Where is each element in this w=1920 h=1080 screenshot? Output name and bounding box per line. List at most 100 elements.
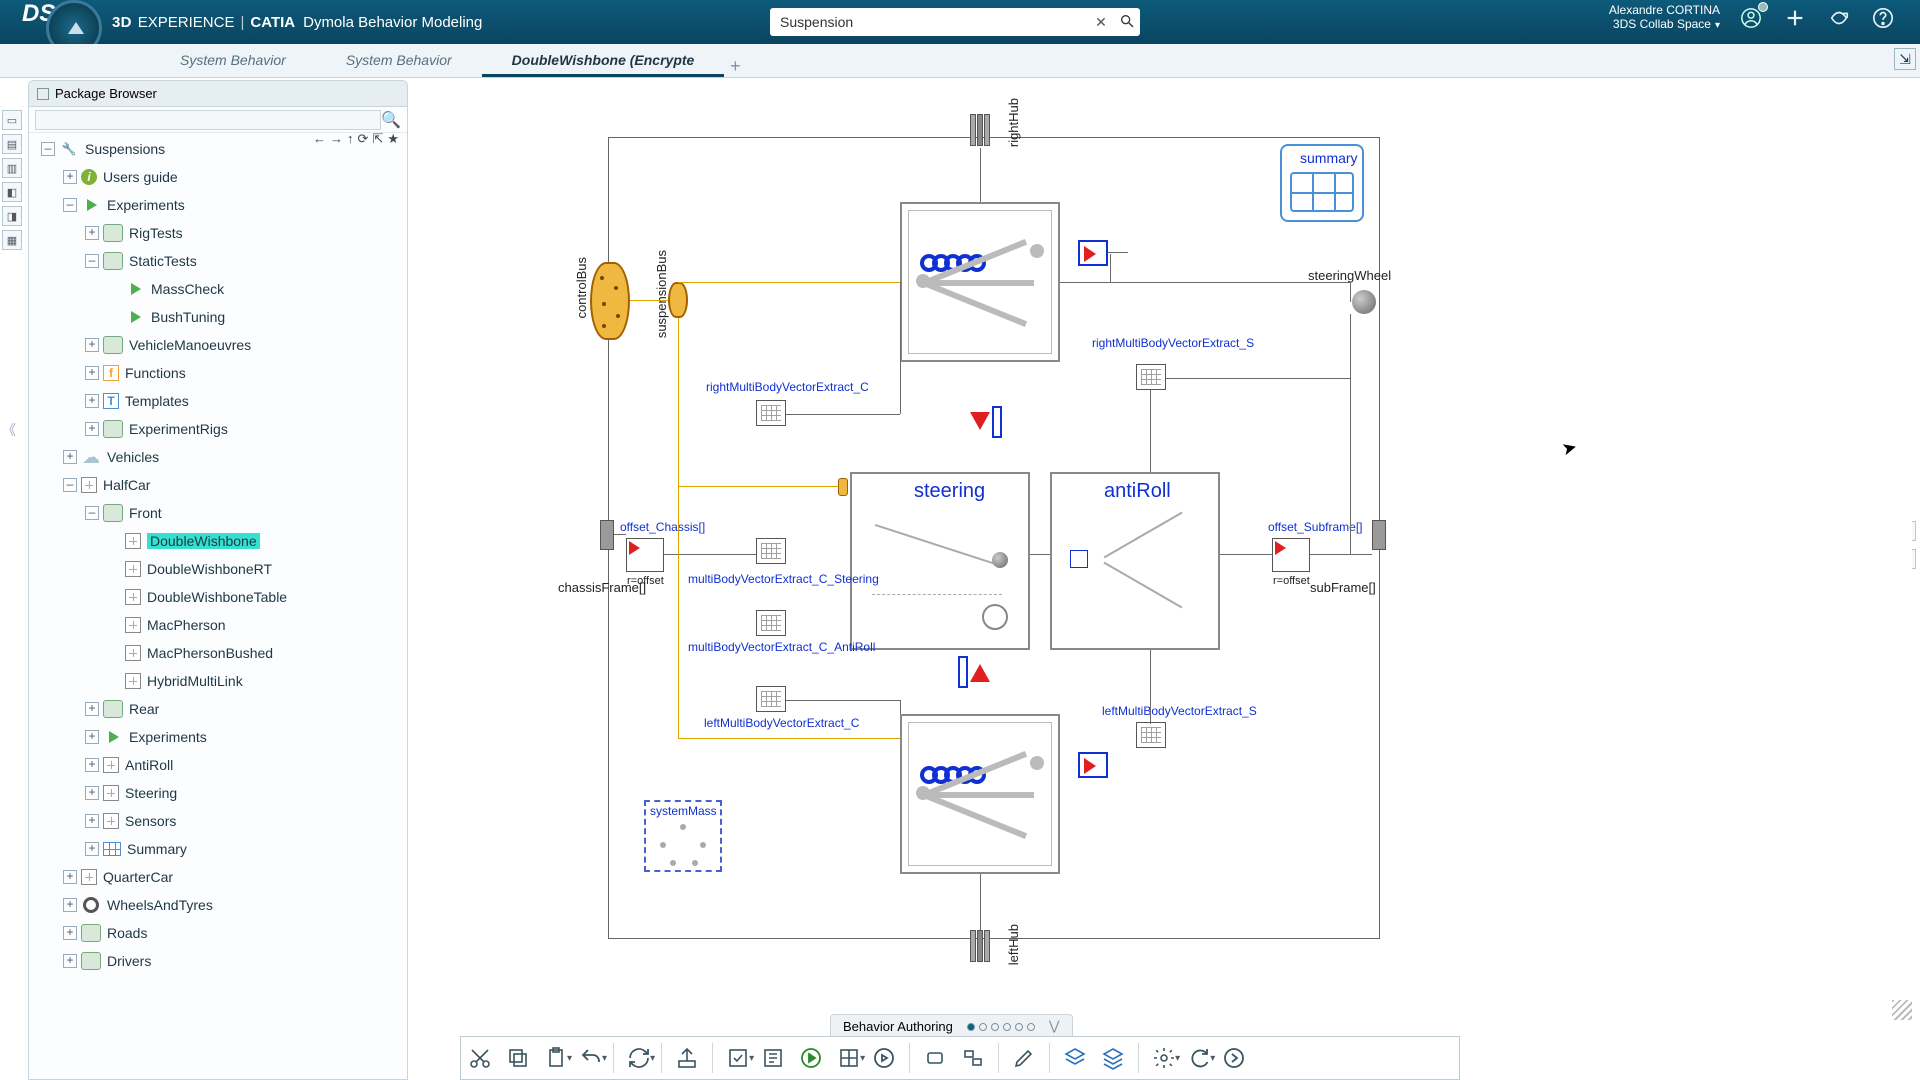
lmve-c-block[interactable] (756, 686, 786, 712)
steering-bus-port[interactable] (838, 478, 848, 496)
vt-btn-5[interactable]: ◨ (2, 206, 22, 226)
righthub-connector[interactable] (970, 114, 990, 148)
copy-button[interactable] (499, 1039, 537, 1077)
profile-icon[interactable] (1738, 5, 1764, 31)
antiroll-block[interactable]: antiRoll (1050, 472, 1220, 650)
node-steering[interactable]: +Steering (29, 779, 407, 807)
global-search[interactable]: ✕ (770, 8, 1140, 36)
tab-system-behavior-1[interactable]: System Behavior (150, 43, 316, 77)
node-vehicles[interactable]: +☁Vehicles (29, 443, 407, 471)
search-icon[interactable] (1114, 13, 1140, 32)
vt-btn-3[interactable]: ▥ (2, 158, 22, 178)
node-summary[interactable]: +Summary (29, 835, 407, 863)
collapse-panel-icon[interactable]: ⇲ (1894, 48, 1916, 70)
chassisframe-connector[interactable] (600, 520, 614, 550)
page-dots[interactable] (965, 1019, 1037, 1034)
layers2-button[interactable] (1094, 1039, 1132, 1077)
vt-btn-6[interactable]: ▦ (2, 230, 22, 250)
node-front[interactable]: –Front (29, 499, 407, 527)
right-linkage-block[interactable] (900, 202, 1060, 362)
filter-search-icon[interactable]: 🔍 (381, 110, 401, 130)
package-browser-header[interactable]: Package Browser (29, 81, 407, 107)
lmve-s-label: leftMultiBodyVectorExtract_S (1102, 704, 1257, 718)
search-clear-icon[interactable]: ✕ (1088, 14, 1114, 31)
next-button[interactable] (1215, 1039, 1253, 1077)
step-button[interactable] (865, 1039, 903, 1077)
node-suspensions[interactable]: –🔧Suspensions (29, 135, 407, 163)
node-sensors[interactable]: +Sensors (29, 807, 407, 835)
node-experiments[interactable]: –Experiments (29, 191, 407, 219)
package-tree[interactable]: –🔧Suspensions +iUsers guide –Experiments… (29, 135, 407, 1079)
user-menu[interactable]: Alexandre CORTINA 3DS Collab Space▾ (1609, 3, 1720, 32)
systemmass-block[interactable]: systemMass (644, 800, 722, 872)
annotate-button[interactable] (1005, 1039, 1043, 1077)
node-rigtests[interactable]: +RigTests (29, 219, 407, 247)
search-input[interactable] (770, 14, 1088, 30)
align-button[interactable] (954, 1039, 992, 1077)
share-icon[interactable] (1826, 5, 1852, 31)
node-macphersonbushed[interactable]: MacPhersonBushed (29, 639, 407, 667)
arrow-right-to-steering (970, 412, 990, 430)
node-macpherson[interactable]: MacPherson (29, 611, 407, 639)
rect-button[interactable] (916, 1039, 954, 1077)
diagram-canvas[interactable]: rightHub leftHub summary controlBus susp… (410, 82, 1912, 994)
node-rear[interactable]: +Rear (29, 695, 407, 723)
rmve-s-block[interactable] (1136, 364, 1166, 390)
right-flag-block[interactable] (1078, 240, 1108, 266)
add-icon[interactable] (1782, 5, 1808, 31)
panel-menu-icon[interactable] (37, 88, 49, 100)
node-usersguide[interactable]: +iUsers guide (29, 163, 407, 191)
node-roads[interactable]: +Roads (29, 919, 407, 947)
mve-steer-block[interactable] (756, 538, 786, 564)
tab-doublewishbone[interactable]: DoubleWishbone (Encrypte (482, 43, 725, 77)
lmve-s-block[interactable] (1136, 722, 1166, 748)
help-icon[interactable] (1870, 5, 1896, 31)
cut-button[interactable] (461, 1039, 499, 1077)
strip-expand-icon[interactable]: ⋁ (1049, 1018, 1060, 1034)
node-antiroll[interactable]: +AntiRoll (29, 751, 407, 779)
node-drivers[interactable]: +Drivers (29, 947, 407, 975)
translate-button[interactable] (754, 1039, 792, 1077)
summary-block[interactable]: summary (1280, 144, 1364, 222)
node-doublewishbonetable[interactable]: DoubleWishboneTable (29, 583, 407, 611)
simulate-button[interactable] (792, 1039, 830, 1077)
suspensionbus-connector[interactable] (668, 282, 688, 318)
offset-chassis-block[interactable] (626, 538, 664, 572)
steering-block[interactable]: steering (850, 472, 1030, 650)
tab-system-behavior-2[interactable]: System Behavior (316, 43, 482, 77)
subframe-connector[interactable] (1372, 520, 1386, 550)
node-hybridmultilink[interactable]: HybridMultiLink (29, 667, 407, 695)
export-button[interactable] (668, 1039, 706, 1077)
left-flag-block[interactable] (1078, 752, 1108, 778)
vt-btn-1[interactable]: ▭ (2, 110, 22, 130)
mve-anti-block[interactable] (756, 610, 786, 636)
node-doublewishbonert[interactable]: DoubleWishboneRT (29, 555, 407, 583)
vt-btn-4[interactable]: ◧ (2, 182, 22, 202)
tab-add-button[interactable]: + (724, 56, 746, 77)
left-linkage-block[interactable] (900, 714, 1060, 874)
left-toolbar-collapse-icon[interactable]: 《 (2, 420, 16, 440)
vt-btn-2[interactable]: ▤ (2, 134, 22, 154)
rmve-c-block[interactable] (756, 400, 786, 426)
offset-subframe-block[interactable] (1272, 538, 1310, 572)
node-functions[interactable]: +fFunctions (29, 359, 407, 387)
lefthub-connector[interactable] (970, 930, 990, 964)
node-masscheck[interactable]: MassCheck (29, 275, 407, 303)
resize-grip-icon[interactable] (1892, 1000, 1912, 1020)
controlbus-connector[interactable] (590, 262, 630, 340)
node-quartercar[interactable]: +QuarterCar (29, 863, 407, 891)
node-statictests[interactable]: –StaticTests (29, 247, 407, 275)
node-vehman[interactable]: +VehicleManoeuvres (29, 331, 407, 359)
node-templates[interactable]: +TTemplates (29, 387, 407, 415)
node-experiments2[interactable]: +Experiments (29, 723, 407, 751)
steeringwheel-connector[interactable] (1352, 290, 1376, 314)
node-wheels[interactable]: +WheelsAndTyres (29, 891, 407, 919)
layers-button[interactable] (1056, 1039, 1094, 1077)
node-exprigs[interactable]: +ExperimentRigs (29, 415, 407, 443)
node-bushtuning[interactable]: BushTuning (29, 303, 407, 331)
model-icon (125, 533, 141, 549)
behavior-strip[interactable]: Behavior Authoring ⋁ (830, 1014, 1073, 1038)
package-filter-input[interactable] (35, 110, 381, 130)
node-halfcar[interactable]: –HalfCar (29, 471, 407, 499)
node-doublewishbone[interactable]: DoubleWishbone (29, 527, 407, 555)
